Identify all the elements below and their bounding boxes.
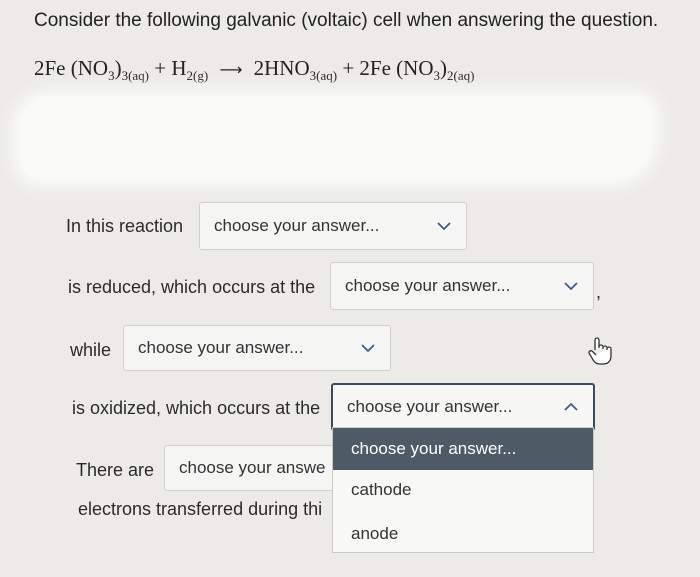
dropdown-3[interactable]: choose your answer...: [123, 325, 391, 371]
statement-line-1: In this reaction: [66, 216, 184, 236]
reactant-1-close: ): [114, 56, 122, 80]
dropdown-5-value: choose your answe: [179, 458, 326, 477]
product-1-coef: 2HNO: [253, 56, 310, 80]
product-2-close: ): [440, 56, 447, 80]
dropdown-5[interactable]: choose your answe: [164, 445, 332, 491]
reactant-1-body: (NO: [70, 56, 109, 80]
dropdown-4[interactable]: choose your answer...: [331, 383, 595, 431]
reactant-2-body: H: [171, 56, 187, 80]
reactant-1-coef: 2Fe: [34, 56, 66, 80]
dropdown-4-value: choose your answer...: [347, 397, 513, 416]
hand-pointer-icon: [588, 337, 612, 365]
chevron-down-icon: [361, 344, 375, 353]
reactant-1-state: 3(aq): [121, 68, 150, 84]
menu-option-placeholder[interactable]: choose your answer...: [333, 428, 593, 470]
menu-option-anode[interactable]: anode: [333, 524, 593, 544]
dropdown-1[interactable]: choose your answer...: [199, 202, 467, 250]
chevron-down-icon: [564, 282, 578, 291]
product-1-state: 3(aq): [309, 68, 338, 84]
product-2-coef: 2Fe: [359, 56, 391, 80]
question-prompt: Consider the following galvanic (voltaic…: [34, 10, 659, 31]
dropdown-2-value: choose your answer...: [345, 276, 511, 295]
redacted-area: [20, 96, 652, 180]
reaction-arrow: ⟶: [219, 60, 243, 79]
statement-line-4: is oxidized, which occurs at the: [72, 398, 321, 418]
reactant-2-state: 2(g): [186, 68, 209, 84]
chevron-down-icon: [437, 222, 451, 231]
dropdown-2[interactable]: choose your answer...: [330, 262, 594, 310]
statement-line-2: is reduced, which occurs at the: [68, 277, 316, 297]
menu-option-cathode[interactable]: cathode: [333, 480, 593, 500]
statement-line-6: electrons transferred during thi: [78, 499, 323, 519]
plus-sign-2: +: [342, 56, 355, 80]
dropdown-3-value: choose your answer...: [138, 338, 304, 357]
product-2-body: (NO: [396, 56, 434, 80]
dropdown-1-value: choose your answer...: [214, 216, 380, 235]
chemical-equation: 2Fe (NO3)3(aq) + H2(g) ⟶ 2HNO3(aq) + 2Fe…: [34, 56, 474, 84]
product-2-state: 2(aq): [447, 68, 475, 84]
dropdown-4-menu: choose your answer... cathode anode: [332, 427, 594, 553]
statement-line-3: while: [70, 340, 112, 360]
plus-sign-1: +: [154, 56, 167, 80]
statement-line-2-tail: ,: [596, 282, 602, 302]
chevron-up-icon: [564, 402, 578, 411]
statement-line-5: There are: [76, 460, 155, 480]
